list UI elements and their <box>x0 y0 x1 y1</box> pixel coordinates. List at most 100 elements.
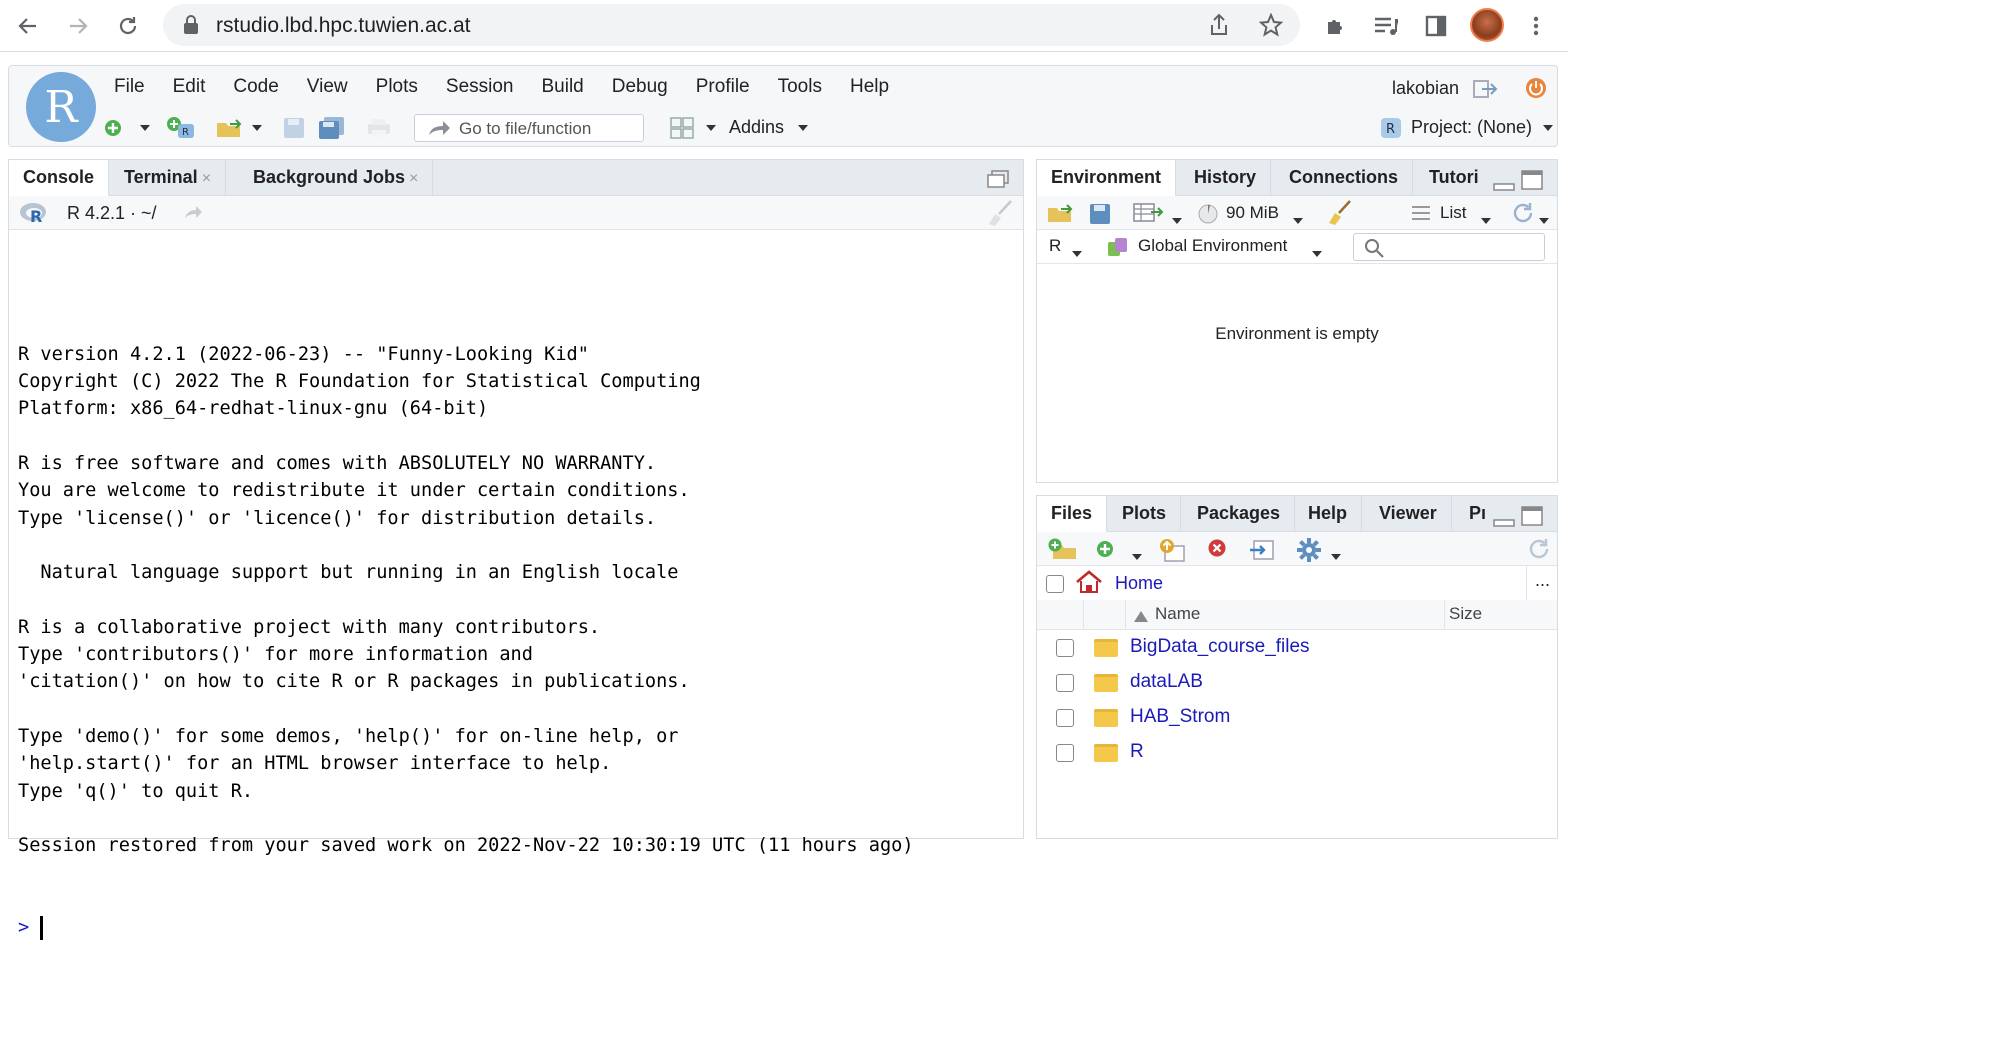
broom-icon[interactable] <box>985 200 1013 231</box>
chevron-down-icon[interactable] <box>1331 547 1341 565</box>
chevron-down-icon[interactable] <box>1543 116 1553 140</box>
addins-menu[interactable]: Addins <box>729 117 784 138</box>
import-dataset-icon[interactable] <box>1133 203 1165 228</box>
sidepanel-icon[interactable] <box>1420 10 1452 42</box>
language-select[interactable]: R <box>1049 236 1061 256</box>
gear-icon[interactable] <box>1296 537 1322 568</box>
refresh-icon[interactable] <box>1527 537 1551 566</box>
menu-session[interactable]: Session <box>446 76 514 98</box>
tab-files[interactable]: Files <box>1037 496 1108 532</box>
environment-search-input[interactable] <box>1353 233 1545 261</box>
broom-icon[interactable] <box>1326 199 1354 230</box>
minimize-icon[interactable] <box>1493 514 1515 532</box>
chevron-down-icon[interactable] <box>1481 211 1491 229</box>
view-mode-select[interactable]: List <box>1440 203 1466 223</box>
star-icon[interactable] <box>1258 12 1284 42</box>
puzzle-icon[interactable] <box>1320 10 1352 42</box>
close-icon[interactable]: × <box>409 170 418 187</box>
menu-code[interactable]: Code <box>233 76 278 98</box>
chevron-down-icon[interactable] <box>1072 244 1082 262</box>
reload-icon[interactable] <box>112 10 144 42</box>
tab-connections[interactable]: Connections <box>1275 160 1414 196</box>
sign-out-icon[interactable] <box>1472 78 1498 105</box>
tab-console[interactable]: Console <box>9 160 110 196</box>
tab-background-jobs[interactable]: Background Jobs × <box>239 160 434 196</box>
save-all-icon[interactable] <box>318 116 346 140</box>
tab-help[interactable]: Help <box>1294 496 1363 532</box>
tab-plots[interactable]: Plots <box>1108 496 1182 532</box>
back-arrow-icon[interactable] <box>12 10 44 42</box>
file-link[interactable]: dataLAB <box>1130 671 1203 693</box>
menu-plots[interactable]: Plots <box>376 76 418 98</box>
list-item[interactable]: HAB_Strom <box>1037 700 1557 735</box>
scope-select[interactable]: Global Environment <box>1138 236 1287 256</box>
chevron-down-icon[interactable] <box>1172 211 1182 229</box>
tab-environment[interactable]: Environment <box>1037 160 1177 196</box>
memory-usage[interactable]: 90 MiB <box>1226 203 1279 223</box>
save-icon[interactable] <box>1089 203 1111 230</box>
chevron-down-icon[interactable] <box>1132 547 1142 565</box>
chevron-down-icon[interactable] <box>1539 211 1549 229</box>
new-folder-icon[interactable] <box>1047 538 1077 565</box>
new-blank-file-icon[interactable] <box>1095 539 1115 564</box>
file-checkbox[interactable] <box>1056 674 1074 692</box>
menu-tools[interactable]: Tools <box>778 76 822 98</box>
save-icon[interactable] <box>283 116 305 140</box>
delete-icon[interactable] <box>1207 538 1227 563</box>
tab-viewer[interactable]: Viewer <box>1365 496 1452 532</box>
chevron-down-icon[interactable] <box>798 116 808 140</box>
menu-profile[interactable]: Profile <box>696 76 750 98</box>
more-options-button[interactable]: ... <box>1535 570 1550 591</box>
breadcrumb-home[interactable]: Home <box>1115 573 1163 594</box>
menu-help[interactable]: Help <box>850 76 889 98</box>
tab-tutorial[interactable]: Tutori <box>1415 160 1493 196</box>
chevron-down-icon[interactable] <box>252 116 262 140</box>
file-link[interactable]: R <box>1130 741 1144 763</box>
maximize-icon[interactable] <box>1521 506 1543 531</box>
list-item[interactable]: dataLAB <box>1037 665 1557 700</box>
file-checkbox[interactable] <box>1056 744 1074 762</box>
menu-debug[interactable]: Debug <box>612 76 668 98</box>
file-link[interactable]: HAB_Strom <box>1130 706 1230 728</box>
url-text[interactable]: rstudio.lbd.hpc.tuwien.ac.at <box>216 14 470 38</box>
minimize-icon[interactable] <box>1493 178 1515 196</box>
list-item[interactable]: BigData_course_files <box>1037 630 1557 665</box>
select-all-checkbox[interactable] <box>1046 575 1064 593</box>
load-workspace-icon[interactable] <box>1047 202 1077 229</box>
menu-edit[interactable]: Edit <box>173 76 206 98</box>
media-queue-icon[interactable] <box>1370 10 1402 42</box>
maximize-icon[interactable] <box>1521 170 1543 195</box>
close-icon[interactable]: × <box>202 170 211 187</box>
menu-file[interactable]: File <box>114 76 145 98</box>
forward-arrow-icon[interactable] <box>62 10 94 42</box>
column-name[interactable]: Name <box>1155 604 1200 624</box>
console-prompt-line[interactable]: > <box>18 914 914 941</box>
tab-history[interactable]: History <box>1180 160 1272 196</box>
restore-pane-icon[interactable] <box>987 170 1009 193</box>
share-icon[interactable] <box>1208 13 1230 42</box>
open-folder-icon[interactable] <box>216 116 246 140</box>
new-file-icon[interactable] <box>103 116 123 140</box>
grid-layout-icon[interactable] <box>670 116 694 140</box>
go-to-dir-icon[interactable] <box>183 204 203 225</box>
list-item[interactable]: R <box>1037 735 1557 770</box>
chevron-down-icon[interactable] <box>140 116 150 140</box>
upload-icon[interactable] <box>1158 538 1186 567</box>
chevron-down-icon[interactable] <box>1293 211 1303 229</box>
tab-terminal[interactable]: Terminal × <box>110 160 227 196</box>
file-link[interactable]: BigData_course_files <box>1130 636 1310 658</box>
project-menu[interactable]: Project: (None) <box>1411 117 1532 138</box>
tab-packages[interactable]: Packages <box>1183 496 1296 532</box>
chevron-down-icon[interactable] <box>1312 244 1322 262</box>
go-to-file-input[interactable]: Go to file/function <box>414 114 644 142</box>
power-icon[interactable] <box>1525 77 1547 104</box>
column-size[interactable]: Size <box>1449 604 1482 624</box>
rename-icon[interactable] <box>1248 540 1274 565</box>
print-icon[interactable] <box>366 116 392 140</box>
home-icon[interactable] <box>1075 570 1103 599</box>
address-bar[interactable]: rstudio.lbd.hpc.tuwien.ac.at <box>163 4 1300 46</box>
file-checkbox[interactable] <box>1056 639 1074 657</box>
console-output[interactable]: R version 4.2.1 (2022-06-23) -- "Funny-L… <box>18 259 914 996</box>
more-vert-icon[interactable] <box>1520 10 1552 42</box>
chevron-down-icon[interactable] <box>706 116 716 140</box>
